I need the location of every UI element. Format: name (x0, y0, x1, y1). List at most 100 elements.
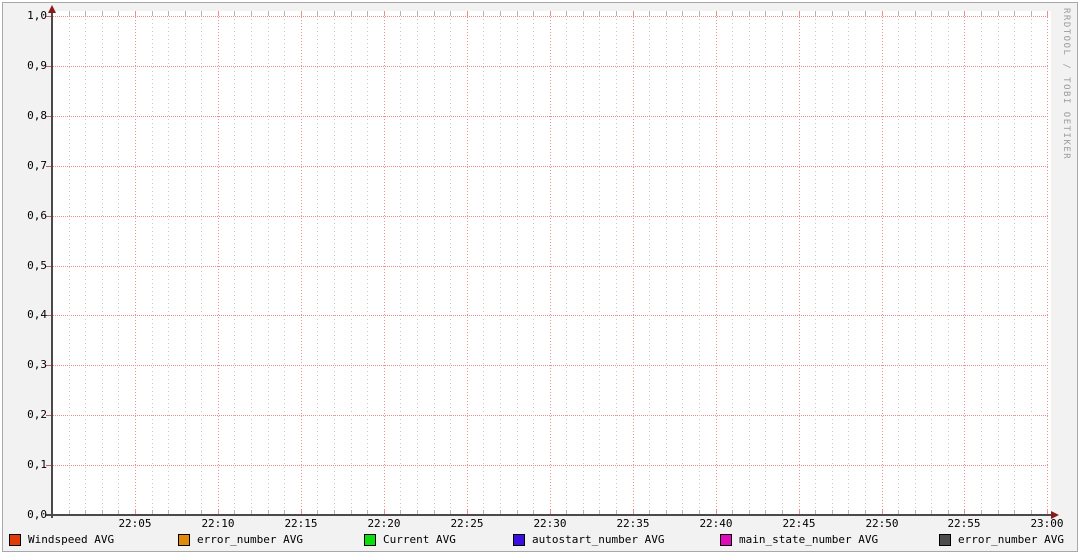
y-tick-label: 0,1 (27, 458, 47, 471)
legend-swatch-icon (939, 534, 951, 546)
x-gridline-minor (898, 11, 899, 515)
y-axis-arrow-icon (48, 5, 56, 13)
x-gridline-minor (334, 11, 335, 515)
x-gridline-major (301, 11, 302, 515)
x-gridline-major (384, 11, 385, 515)
x-tick-label: 22:35 (616, 517, 650, 530)
y-tick-label: 0,4 (27, 308, 47, 321)
x-gridline-minor (284, 11, 285, 515)
x-gridline-minor (583, 11, 584, 515)
x-gridline-minor (931, 11, 932, 515)
x-tick-label: 22:15 (284, 517, 318, 530)
legend-swatch-icon (9, 534, 21, 546)
y-gridline (46, 365, 1049, 366)
legend-label: error_number AVG (197, 533, 303, 546)
x-gridline-minor (500, 11, 501, 515)
x-gridline-minor (434, 11, 435, 515)
y-gridline (46, 16, 1049, 17)
x-gridline-minor (417, 11, 418, 515)
x-gridline-minor (1014, 11, 1015, 515)
y-gridline (46, 166, 1049, 167)
x-gridline-minor (865, 11, 866, 515)
x-gridline-minor (483, 11, 484, 515)
x-gridline-minor (234, 11, 235, 515)
x-tick-label: 22:55 (947, 517, 981, 530)
y-tick-label: 0,0 (27, 508, 47, 521)
y-gridline (46, 465, 1049, 466)
x-tick-label: 22:30 (533, 517, 567, 530)
x-gridline-minor (152, 11, 153, 515)
x-gridline-major (135, 11, 136, 515)
x-gridline-minor (268, 11, 269, 515)
x-tick-label: 23:00 (1030, 517, 1064, 530)
x-gridline-minor (185, 11, 186, 515)
watermark: RRDTOOL / TOBI OETIKER (1061, 8, 1071, 161)
x-gridline-minor (118, 11, 119, 515)
x-tick-label: 22:50 (865, 517, 899, 530)
y-tick-label: 0,2 (27, 408, 47, 421)
x-gridline-minor (915, 11, 916, 515)
y-tick-label: 0,6 (27, 209, 47, 222)
y-gridline (46, 415, 1049, 416)
x-gridline-minor (815, 11, 816, 515)
x-gridline-minor (998, 11, 999, 515)
x-tick-label: 22:45 (782, 517, 816, 530)
x-gridline-minor (85, 11, 86, 515)
x-gridline-minor (981, 11, 982, 515)
legend: Windspeed AVG error_number AVG Current AVG… (3, 533, 1077, 549)
x-gridline-minor (765, 11, 766, 515)
y-tick-label: 1,0 (27, 9, 47, 22)
y-gridline (46, 266, 1049, 267)
x-gridline-minor (1031, 11, 1032, 515)
x-tick-label: 22:05 (118, 517, 152, 530)
x-gridline-minor (948, 11, 949, 515)
x-gridline-minor (649, 11, 650, 515)
x-gridline-major (550, 11, 551, 515)
x-gridline-minor (102, 11, 103, 515)
x-tick-label: 22:10 (201, 517, 235, 530)
x-gridline-major (1047, 11, 1048, 515)
x-gridline-minor (367, 11, 368, 515)
x-gridline-minor (201, 11, 202, 515)
x-gridline-minor (666, 11, 667, 515)
x-gridline-major (799, 11, 800, 515)
rrdtool-graph: 0,0 0,1 0,2 0,3 0,4 0,5 0,6 0,7 0,8 0,9 1,0 22:05 22… (2, 2, 1078, 552)
legend-swatch-icon (720, 534, 732, 546)
legend-swatch-icon (513, 534, 525, 546)
x-gridline-major (716, 11, 717, 515)
x-tick-label: 22:40 (699, 517, 733, 530)
x-gridline-minor (517, 11, 518, 515)
y-gridline (46, 66, 1049, 67)
x-gridline-minor (251, 11, 252, 515)
x-gridline-major (882, 11, 883, 515)
y-tick-label: 0,5 (27, 259, 47, 272)
x-gridline-minor (351, 11, 352, 515)
x-gridline-major (633, 11, 634, 515)
x-tick-label: 22:25 (450, 517, 484, 530)
y-tick-label: 0,3 (27, 358, 47, 371)
y-gridline (46, 216, 1049, 217)
y-gridline (46, 116, 1049, 117)
x-gridline-minor (69, 11, 70, 515)
x-gridline-minor (782, 11, 783, 515)
x-gridline-major (467, 11, 468, 515)
x-tick-label: 22:20 (367, 517, 401, 530)
y-tick-label: 0,7 (27, 159, 47, 172)
legend-label: error_number AVG (958, 533, 1064, 546)
y-axis-line (51, 11, 53, 518)
x-gridline-minor (699, 11, 700, 515)
legend-swatch-icon (364, 534, 376, 546)
x-gridline-minor (732, 11, 733, 515)
x-gridline-minor (450, 11, 451, 515)
x-axis-line (46, 514, 1055, 516)
x-gridline-minor (566, 11, 567, 515)
x-gridline-minor (848, 11, 849, 515)
x-gridline-minor (749, 11, 750, 515)
legend-label: main_state_number AVG (739, 533, 879, 546)
x-gridline-minor (168, 11, 169, 515)
x-gridline-minor (616, 11, 617, 515)
x-gridline-minor (533, 11, 534, 515)
x-gridline-minor (832, 11, 833, 515)
legend-label: Windspeed AVG (28, 533, 115, 546)
x-gridline-minor (317, 11, 318, 515)
